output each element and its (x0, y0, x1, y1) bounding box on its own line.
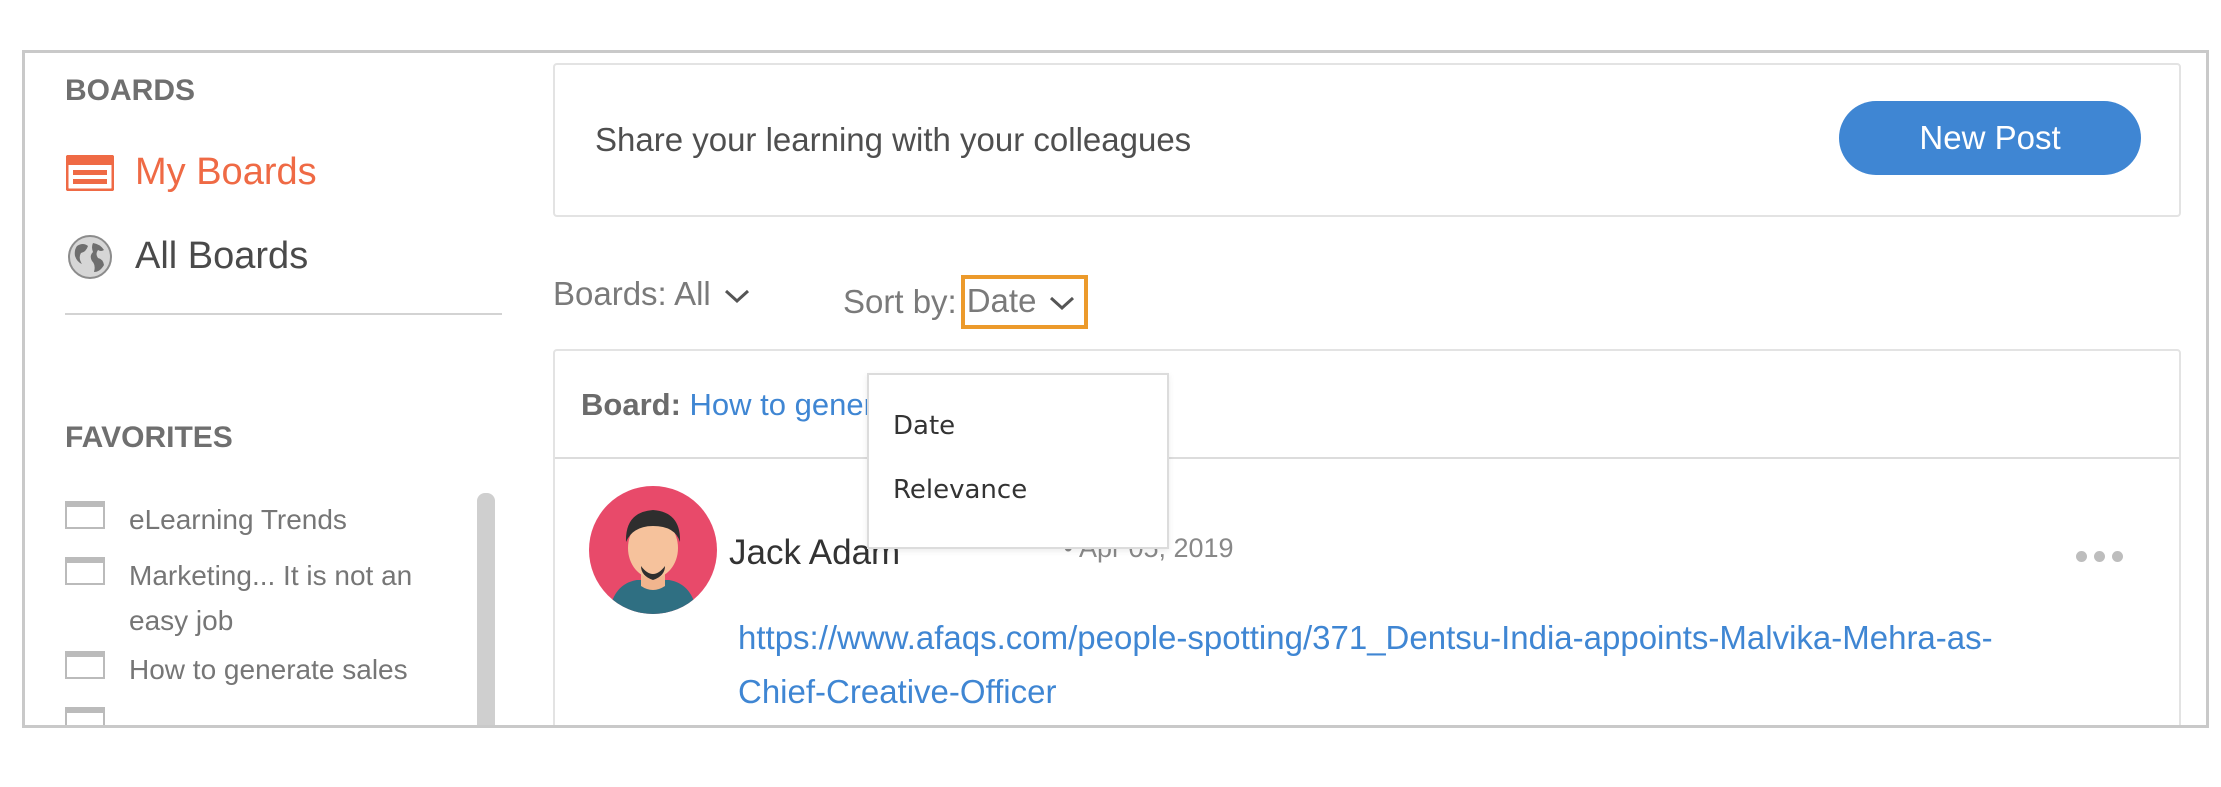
sidebar-item-label: My Boards (135, 151, 317, 193)
board-icon (65, 651, 105, 679)
favorite-label: How to generate sales (129, 654, 408, 685)
share-card: Share your learning with your colleagues… (553, 63, 2181, 217)
more-dot (2076, 551, 2087, 562)
board-icon (65, 501, 105, 529)
more-dot (2112, 551, 2123, 562)
globe-icon (65, 234, 115, 279)
favorites-heading: FAVORITES (65, 421, 233, 454)
sort-option-date[interactable]: Date (893, 411, 955, 441)
board-icon (65, 557, 105, 585)
app-frame: BOARDS My Boards All Boards FAVORITES eL… (22, 50, 2209, 728)
board-key: Board: (581, 387, 681, 422)
post-card: Board: How to generate sales Jack Adam ˙… (553, 349, 2181, 725)
sort-option-relevance[interactable]: Relevance (893, 475, 1027, 505)
favorite-item[interactable]: Marketing... It is not an easy job (65, 553, 459, 643)
sort-value: Date (966, 282, 1037, 319)
favorite-item[interactable]: How to generate sales (65, 647, 459, 692)
sort-label: Sort by: (843, 283, 957, 320)
sort-filter: Sort by: Date (843, 275, 1089, 329)
sidebar-scrollbar[interactable] (477, 493, 495, 725)
sort-dropdown-toggle[interactable]: Date (960, 275, 1089, 329)
favorite-item[interactable]: eLearning Trends (65, 497, 459, 542)
sidebar-divider (65, 313, 502, 315)
share-prompt[interactable]: Share your learning with your colleagues (595, 121, 1191, 159)
sidebar-item-my-boards[interactable]: My Boards (65, 151, 317, 194)
chevron-down-icon (723, 275, 751, 313)
boards-heading: BOARDS (65, 74, 196, 107)
board-icon (65, 707, 105, 725)
boards-filter-label: Boards: All (553, 275, 711, 312)
sidebar: BOARDS My Boards All Boards FAVORITES eL… (25, 53, 565, 725)
chevron-down-icon (1048, 282, 1076, 320)
favorite-label: Marketing... It is not an easy job (129, 560, 413, 636)
favorite-item-partial[interactable] (65, 703, 129, 725)
more-dot (2094, 551, 2105, 562)
boards-icon (65, 153, 115, 193)
post-link[interactable]: https://www.afaqs.com/people-spotting/37… (738, 611, 2008, 719)
favorite-label: eLearning Trends (129, 504, 347, 535)
boards-filter-dropdown[interactable]: Boards: All (553, 275, 751, 313)
avatar[interactable] (589, 486, 717, 614)
sort-dropdown-menu: Date Relevance (867, 373, 1169, 549)
more-options-button[interactable] (2076, 551, 2123, 562)
sidebar-item-all-boards[interactable]: All Boards (65, 234, 309, 279)
sidebar-item-label: All Boards (135, 235, 309, 277)
new-post-button[interactable]: New Post (1839, 101, 2141, 175)
post-board-row: Board: How to generate sales (555, 351, 2179, 459)
